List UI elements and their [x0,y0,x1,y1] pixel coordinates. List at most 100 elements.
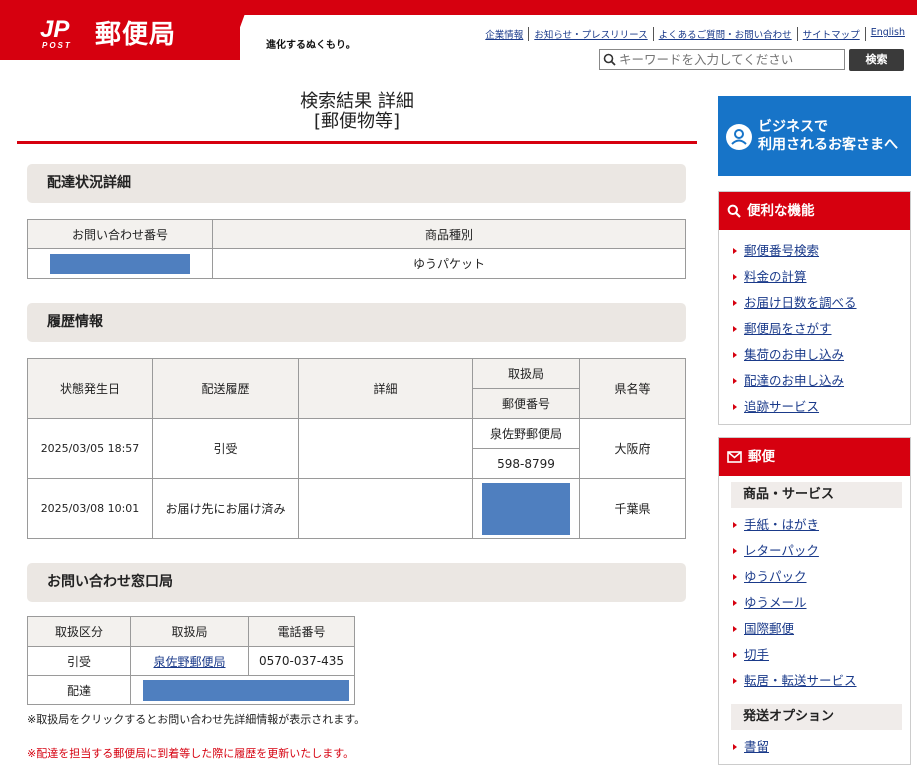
link-pickup-request[interactable]: 集荷のお申し込み [744,347,844,362]
history-prefecture: 大阪府 [579,418,686,479]
useful-features-title: 便利な機能 [747,203,815,219]
business-banner-text: ビジネスで 利用されるお客さまへ [758,118,898,154]
link-corporate-info[interactable]: 企業情報 [480,27,530,41]
mail-title: 郵便 [748,449,775,465]
link-letters-postcards[interactable]: 手紙・はがき [744,517,819,532]
link-fee-calc[interactable]: 料金の計算 [744,269,807,284]
list-item: 書留 [731,734,910,760]
table-row: 配達 [27,675,355,705]
col-office: 取扱局 [472,358,580,389]
link-yu-mail[interactable]: ゆうメール [744,595,807,610]
title-divider [17,141,697,144]
list-item: お届け日数を調べる [731,290,910,316]
office-click-note: ※取扱局をクリックするとお問い合わせ先詳細情報が表示されます。 [27,713,366,726]
link-find-post-office[interactable]: 郵便局をさがす [744,321,832,336]
business-user-icon [726,124,752,150]
list-item: 集荷のお申し込み [731,342,910,368]
link-yu-pack[interactable]: ゆうパック [744,569,807,584]
section-heading-history: 履歴情報 [27,303,686,342]
link-tracking-service[interactable]: 追跡サービス [744,399,819,414]
jp-post-logo-icon[interactable]: JP POST [36,13,88,51]
search-icon [603,53,616,66]
delivery-status-table: お問い合わせ番号 商品種別 ゆうパケット [27,219,686,279]
list-item: ゆうパック [731,564,910,590]
history-office-redacted [472,478,580,539]
table-row: 2025/03/05 18:57 引受 泉佐野郵便局 大阪府 [27,418,686,479]
tagline: 進化するぬくもり。 [266,40,356,51]
search-icon [727,204,741,218]
contact-office-cell: 泉佐野郵便局 [130,646,249,676]
link-english[interactable]: English [866,27,905,41]
contact-type: 配達 [27,675,131,705]
search-box [599,49,845,70]
product-type-cell: ゆうパケット [212,248,686,279]
business-banner-line2: 利用されるお客さまへ [758,137,898,153]
list-item: 郵便局をさがす [731,316,910,342]
redacted-block [482,482,570,535]
shipping-options-subhead: 発送オプション [731,704,902,730]
list-item: 転居・転送サービス [731,668,910,694]
history-date: 2025/03/05 18:57 [27,418,153,479]
products-services-subhead: 商品・サービス [731,482,902,508]
col-prefecture: 県名等 [579,358,686,419]
list-item: 手紙・はがき [731,512,910,538]
table-row: 引受 泉佐野郵便局 0570-037-435 [27,646,355,676]
link-stamps[interactable]: 切手 [744,647,769,662]
col-product-type: 商品種別 [212,219,686,249]
right-sidebar: ビジネスで 利用されるお客さまへ 便利な機能 郵便番号検索 料金の計算 お届け日… [718,96,911,765]
page-title-line2: [郵便物等] [313,111,401,132]
history-office: 泉佐野郵便局 [472,418,580,449]
list-item: 追跡サービス [731,394,910,420]
link-sitemap[interactable]: サイトマップ [798,27,866,41]
list-item: ゆうメール [731,590,910,616]
table-row: 2025/03/08 10:01 お届け先にお届け済み 千葉県 [27,478,686,539]
section-heading-delivery-status: 配達状況詳細 [27,164,686,203]
contact-table: 取扱区分 取扱局 電話番号 引受 泉佐野郵便局 0570-037-435 配達 [27,616,355,705]
list-item: レターパック [731,538,910,564]
col-tracking-number: お問い合わせ番号 [27,219,213,249]
link-faq-contact[interactable]: よくあるご質問・お問い合わせ [654,27,798,41]
history-detail [298,478,473,539]
update-note: ※配達を担当する郵便局に到着等した際に履歴を更新いたします。 [27,747,355,760]
redacted-block [50,253,190,274]
col-date: 状態発生日 [27,358,153,419]
mail-products-list: 手紙・はがき レターパック ゆうパック ゆうメール 国際郵便 切手 転居・転送サ… [719,508,910,698]
contact-phone: 0570-037-435 [248,646,355,676]
useful-features-heading: 便利な機能 [719,192,910,230]
site-header: JP POST 郵便局 進化するぬくもり。 企業情報 お知らせ・プレスリリース … [0,0,917,78]
link-international-mail[interactable]: 国際郵便 [744,621,794,636]
redacted-block [143,679,349,701]
mail-heading: 郵便 [719,438,910,476]
link-delivery-request[interactable]: 配達のお申し込み [744,373,844,388]
col-postcode: 郵便番号 [472,388,580,419]
history-postcode: 598-8799 [472,448,580,479]
list-item: 国際郵便 [731,616,910,642]
col-handling-office: 取扱局 [130,616,249,647]
link-letter-pack[interactable]: レターパック [744,543,819,558]
business-banner[interactable]: ビジネスで 利用されるお客さまへ [718,96,911,176]
page-title-line1: 検索結果 詳細 [300,91,414,112]
link-news-press[interactable]: お知らせ・プレスリリース [529,27,654,41]
col-handling-type: 取扱区分 [27,616,131,647]
contact-office-link[interactable]: 泉佐野郵便局 [153,655,225,669]
link-registered-mail[interactable]: 書留 [744,739,769,754]
logo-mark-sub: POST [42,41,72,50]
search-button[interactable]: 検索 [849,49,904,71]
history-status: 引受 [152,418,299,479]
link-postcode-search[interactable]: 郵便番号検索 [744,243,819,258]
list-item: 郵便番号検索 [731,238,910,264]
logo-slant [228,0,250,60]
search-input[interactable] [619,52,839,67]
business-banner-line1: ビジネスで [758,119,828,135]
mail-panel: 郵便 商品・サービス 手紙・はがき レターパック ゆうパック ゆうメール 国際郵… [718,437,911,765]
useful-features-panel: 便利な機能 郵便番号検索 料金の計算 お届け日数を調べる 郵便局をさがす 集荷の… [718,191,911,425]
history-status: お届け先にお届け済み [152,478,299,539]
contact-redacted-cell [130,675,355,705]
link-moving-forwarding[interactable]: 転居・転送サービス [744,673,857,688]
logo-mark-text: JP [40,16,70,43]
logo-text[interactable]: 郵便局 [95,14,176,51]
link-delivery-days[interactable]: お届け日数を調べる [744,295,857,310]
section-heading-contact: お問い合わせ窓口局 [27,563,686,602]
list-item: 切手 [731,642,910,668]
contact-type: 引受 [27,646,131,676]
